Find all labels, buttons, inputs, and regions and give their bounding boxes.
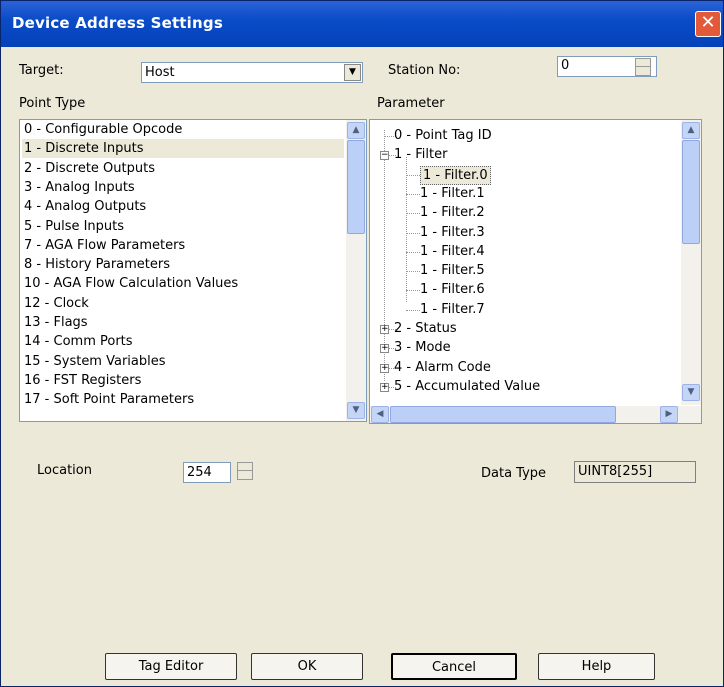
tree-item[interactable]: 2 - Status [394, 319, 457, 338]
parameter-vscrollbar[interactable]: ▲ ▼ [681, 120, 701, 405]
tree-item[interactable]: 1 - Filter.0 [420, 165, 491, 185]
close-button[interactable]: ✕ [695, 11, 721, 37]
scroll-up-icon[interactable]: ▲ [682, 122, 700, 139]
point-type-item[interactable]: 0 - Configurable Opcode [22, 120, 182, 139]
expand-icon[interactable]: + [380, 344, 389, 354]
scroll-thumb[interactable] [347, 140, 365, 234]
device-address-settings-dialog: Device Address Settings ✕ Target: Host ▼… [0, 0, 724, 687]
tree-item[interactable]: 5 - Accumulated Value [394, 377, 540, 396]
tree-item[interactable]: 1 - Filter.5 [420, 261, 485, 280]
target-value: Host [145, 65, 175, 80]
point-type-label: Point Type [19, 96, 86, 111]
point-type-scrollbar[interactable]: ▲ ▼ [346, 120, 366, 421]
point-type-item[interactable]: 2 - Discrete Outputs [22, 159, 155, 178]
tree-item[interactable]: 1 - Filter.7 [420, 300, 485, 319]
tree-item[interactable]: 3 - Mode [394, 338, 451, 357]
help-button[interactable]: Help [538, 653, 655, 680]
tree-connector [406, 157, 407, 303]
tree-connector [406, 309, 420, 311]
point-type-item[interactable]: 3 - Analog Inputs [22, 178, 135, 197]
tree-connector [406, 213, 420, 215]
point-type-item[interactable]: 10 - AGA Flow Calculation Values [22, 274, 238, 293]
data-type-value: UINT8[255] [578, 464, 653, 479]
tree-item[interactable]: 1 - Filter.6 [420, 280, 485, 299]
chevron-down-icon[interactable]: ▼ [344, 64, 361, 81]
location-value: 254 [187, 465, 212, 480]
point-type-item[interactable]: 5 - Pulse Inputs [22, 217, 124, 236]
point-type-item[interactable]: 12 - Clock [22, 294, 89, 313]
point-type-item[interactable]: 17 - Soft Point Parameters [22, 390, 194, 409]
spin-down-icon[interactable] [636, 67, 650, 75]
tree-connector [406, 193, 420, 195]
scroll-down-icon[interactable]: ▼ [347, 402, 365, 419]
tree-item[interactable]: 1 - Filter.1 [420, 184, 485, 203]
point-type-list[interactable]: 0 - Configurable Opcode 1 - Discrete Inpu… [19, 119, 367, 422]
expand-icon[interactable]: + [380, 325, 389, 334]
tree-item[interactable]: 4 - Alarm Code [394, 358, 491, 377]
parameter-label: Parameter [377, 96, 445, 111]
cancel-label: Cancel [431, 660, 477, 675]
point-type-item[interactable]: 4 - Analog Outputs [22, 197, 146, 216]
scroll-right-icon[interactable]: ▶ [660, 406, 678, 423]
target-label: Target: [19, 63, 64, 78]
expand-icon[interactable]: + [380, 382, 389, 392]
expand-icon[interactable]: + [380, 363, 389, 373]
point-type-item[interactable]: 15 - System Variables [22, 352, 166, 371]
tree-connector [406, 174, 420, 176]
help-label: Help [581, 659, 612, 674]
location-spinner[interactable] [237, 462, 253, 480]
point-type-item[interactable]: 7 - AGA Flow Parameters [22, 236, 185, 255]
tree-item[interactable]: 1 - Filter.3 [420, 223, 485, 242]
tree-connector [406, 271, 420, 273]
point-type-item[interactable]: 1 - Discrete Inputs [22, 139, 344, 159]
point-type-item[interactable]: 14 - Comm Ports [22, 332, 133, 351]
point-type-item[interactable]: 13 - Flags [22, 313, 88, 332]
spin-up-icon[interactable] [636, 59, 650, 67]
tree-connector [406, 251, 420, 253]
data-type-field: UINT8[255] [574, 461, 696, 483]
window-title: Device Address Settings [12, 14, 223, 32]
tag-editor-button[interactable]: Tag Editor [105, 653, 237, 680]
target-select[interactable]: Host ▼ [141, 62, 363, 83]
station-no-value: 0 [561, 58, 570, 73]
station-no-spinner[interactable] [635, 58, 651, 76]
scroll-thumb[interactable] [682, 140, 700, 244]
location-label: Location [37, 463, 92, 478]
spin-down-icon[interactable] [238, 471, 252, 479]
title-bar[interactable]: Device Address Settings ✕ [1, 1, 723, 47]
tree-item[interactable]: 1 - Filter [394, 145, 447, 164]
data-type-label: Data Type [481, 466, 547, 481]
tree-item[interactable]: 1 - Filter.2 [420, 203, 485, 222]
station-no-label: Station No: [388, 63, 461, 78]
parameter-tree[interactable]: 0 - Point Tag ID −1 - Filter 1 - Filter.0 1… [369, 119, 702, 424]
scroll-left-icon[interactable]: ◀ [371, 406, 389, 423]
spin-up-icon[interactable] [238, 463, 252, 471]
tree-connector [406, 232, 420, 234]
parameter-hscrollbar[interactable]: ◀ ▶ [370, 406, 701, 423]
location-input[interactable]: 254 [183, 462, 231, 483]
point-type-item[interactable]: 16 - FST Registers [22, 371, 141, 390]
cancel-button[interactable]: Cancel [391, 653, 517, 680]
tree-item[interactable]: 0 - Point Tag ID [394, 126, 492, 145]
hscroll-thumb[interactable] [390, 406, 616, 423]
tag-editor-label: Tag Editor [138, 659, 204, 674]
collapse-icon[interactable]: − [380, 151, 389, 161]
tree-item[interactable]: 1 - Filter.4 [420, 242, 485, 261]
close-icon: ✕ [700, 12, 716, 33]
scroll-down-icon[interactable]: ▼ [682, 384, 700, 401]
scroll-up-icon[interactable]: ▲ [347, 122, 365, 139]
tree-connector [406, 290, 420, 292]
ok-button[interactable]: OK [251, 653, 363, 680]
point-type-item[interactable]: 8 - History Parameters [22, 255, 170, 274]
ok-label: OK [297, 659, 317, 674]
